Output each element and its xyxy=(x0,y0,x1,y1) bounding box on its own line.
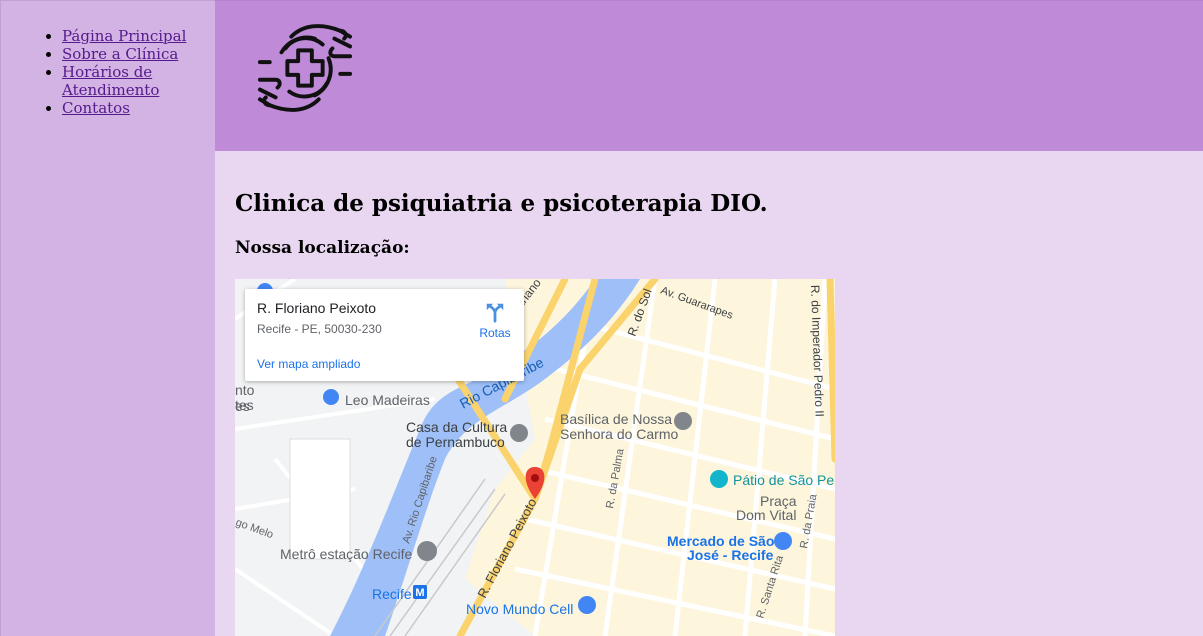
directions-icon xyxy=(486,303,504,323)
shop-marker-icon[interactable] xyxy=(323,389,339,405)
map-label-praca-2: Dom Vital xyxy=(736,507,796,523)
nav-link-hours[interactable]: Horários de Atendimento xyxy=(62,63,159,99)
place-address: Recife - PE, 50030-230 xyxy=(257,322,382,336)
map-label-go-melo: go Melo xyxy=(235,517,275,542)
header xyxy=(215,0,1203,151)
map-label-cut-1: nto xyxy=(235,382,255,398)
museum-marker-icon[interactable] xyxy=(510,424,528,442)
page-title: Clinica de psiquiatria e psicoterapia DI… xyxy=(235,190,768,217)
nav-link-home[interactable]: Página Principal xyxy=(62,27,186,45)
medical-cross-hands-icon xyxy=(257,24,353,112)
place-name: R. Floriano Peixoto xyxy=(257,300,377,316)
map-label-cut-3: es xyxy=(235,398,250,414)
nav-link-about[interactable]: Sobre a Clínica xyxy=(62,45,178,63)
map-label-basilica-2: Senhora do Carmo xyxy=(560,426,679,442)
map-label-novo-mundo: Novo Mundo Cell xyxy=(466,601,573,617)
sidebar: Página Principal Sobre a Clínica Horário… xyxy=(0,0,215,636)
nav-link-contacts[interactable]: Contatos xyxy=(62,99,130,117)
map-label-patio: Pátio de São Pe xyxy=(733,472,834,488)
map-label-metro: Metrô estação Recife xyxy=(280,546,412,562)
metro-badge-text: M xyxy=(415,587,424,599)
map-label-leo-madeiras: Leo Madeiras xyxy=(345,392,430,408)
directions-button[interactable]: Rotas xyxy=(473,301,517,341)
embedded-map[interactable]: M Leo Madeiras Basílica de Nossa Senhora… xyxy=(235,279,835,636)
station-marker-icon[interactable] xyxy=(417,541,437,561)
directions-label: Rotas xyxy=(479,326,511,340)
nav-item-hours: Horários de Atendimento xyxy=(62,63,209,99)
location-heading: Nossa localização: xyxy=(235,238,410,258)
map-label-casa-cultura-1: Casa da Cultura xyxy=(406,419,507,435)
store-marker-icon[interactable] xyxy=(578,596,596,614)
main-content: Clinica de psiquiatria e psicoterapia DI… xyxy=(215,151,1203,636)
nav-item-home: Página Principal xyxy=(62,27,209,45)
nav-list: Página Principal Sobre a Clínica Horário… xyxy=(44,27,209,117)
map-label-casa-cultura-2: de Pernambuco xyxy=(406,434,505,450)
place-info-card: R. Floriano Peixoto Recife - PE, 50030-2… xyxy=(245,289,524,381)
market-marker-icon[interactable] xyxy=(774,532,792,550)
map-label-recife: Recife xyxy=(372,586,412,602)
map-label-mercado-2: José - Recife xyxy=(687,547,774,563)
view-larger-map-link[interactable]: Ver mapa ampliado xyxy=(257,357,360,371)
landmark-marker-icon[interactable] xyxy=(710,470,728,488)
nav-item-contacts: Contatos xyxy=(62,99,209,117)
map-label-basilica-1: Basílica de Nossa xyxy=(560,411,672,427)
nav-item-about: Sobre a Clínica xyxy=(62,45,209,63)
